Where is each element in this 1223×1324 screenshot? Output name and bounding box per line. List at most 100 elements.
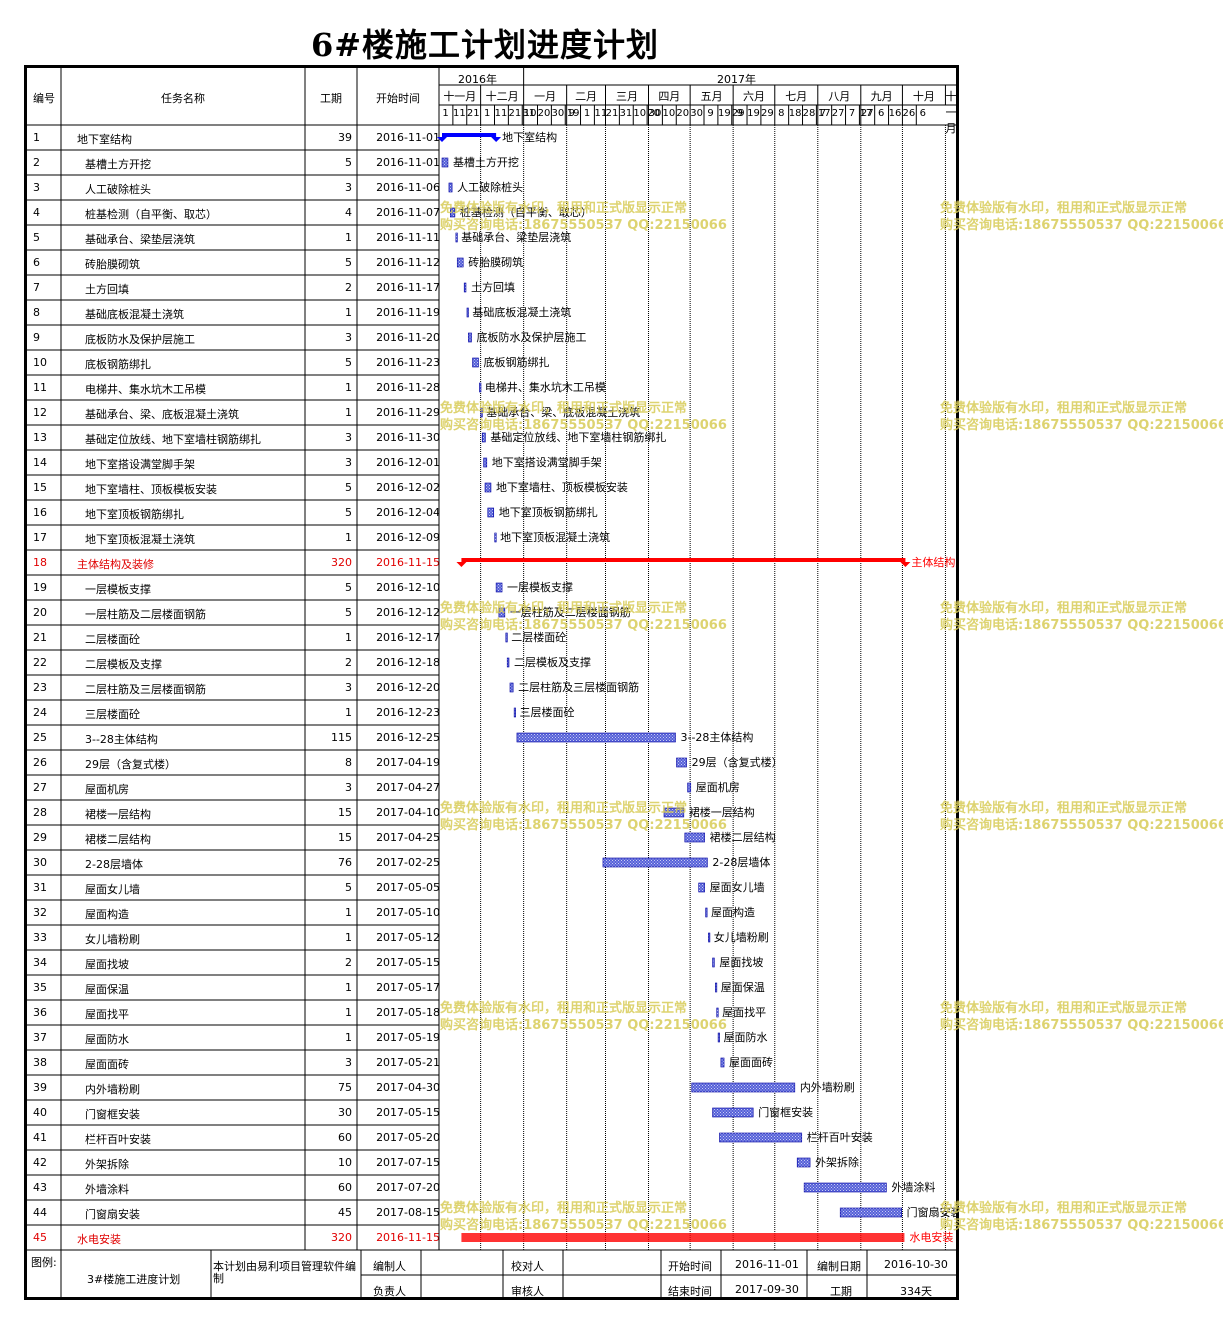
bar-label: 人工破除桩头 xyxy=(457,180,523,194)
bar-label: 地下室顶板钢筋绑扎 xyxy=(499,505,598,519)
task-bar[interactable] xyxy=(483,457,488,468)
footer-total-label: 工期 xyxy=(830,1285,852,1298)
watermark-line: 购买咨询电话:18675550537 QQ:22150066 xyxy=(940,618,1223,633)
watermark-line: 免费体验版有水印，租用和正式版显示正常 xyxy=(440,1001,688,1016)
task-bar[interactable] xyxy=(717,1032,720,1043)
summary-bar-end xyxy=(491,137,502,142)
task-bar[interactable] xyxy=(484,482,492,493)
bar-label: 一层模板支撑 xyxy=(507,580,573,594)
bar-label: 电梯井、集水坑木工吊模 xyxy=(485,380,606,394)
watermark-line: 购买咨询电话:18675550537 QQ:22150066 xyxy=(940,418,1223,433)
watermark: 免费体验版有水印，租用和正式版显示正常 购买咨询电话:18675550537 QQ… xyxy=(940,1200,1223,1234)
watermark: 免费体验版有水印，租用和正式版显示正常 购买咨询电话:18675550537 QQ… xyxy=(440,1200,727,1234)
watermark: 免费体验版有水印，租用和正式版显示正常购买咨询电话:18675550537 QQ… xyxy=(940,1000,1223,1034)
watermark-line: 免费体验版有水印，租用和正式版显示正常 xyxy=(940,1201,1188,1216)
watermark-line: 免费体验版有水印，租用和正式版显示正常 xyxy=(440,601,688,616)
task-bar[interactable] xyxy=(506,657,510,668)
footer-checker-label: 校对人 xyxy=(511,1260,544,1273)
task-bar[interactable] xyxy=(466,307,469,318)
bar-label: 2-28层墙体 xyxy=(712,855,770,869)
task-bar[interactable] xyxy=(839,1207,902,1218)
task-bar[interactable] xyxy=(468,332,472,343)
task-bar[interactable] xyxy=(472,357,479,368)
task-bar[interactable] xyxy=(448,182,453,193)
bar-label: 主体结构及装修 xyxy=(911,555,956,569)
footer-date-value: 2016-10-30 xyxy=(884,1258,948,1271)
bar-label: 外架拆除 xyxy=(815,1155,859,1169)
bar-label: 外墙涂料 xyxy=(891,1180,935,1194)
summary-bar-end xyxy=(456,562,467,567)
bar-label: 3--28主体结构 xyxy=(680,730,753,744)
watermark-line: 购买咨询电话:18675550537 QQ:22150066 xyxy=(440,418,727,433)
watermark-line: 购买咨询电话:18675550537 QQ:22150066 xyxy=(940,1018,1223,1033)
task-bar[interactable] xyxy=(479,382,482,393)
bar-label: 地下室结构 xyxy=(502,130,557,144)
bar-label: 地下室墙柱、顶板模板安装 xyxy=(496,480,628,494)
task-bar[interactable] xyxy=(676,757,687,768)
watermark-line: 免费体验版有水印，租用和正式版显示正常 xyxy=(440,1201,688,1216)
task-bar[interactable] xyxy=(719,1132,803,1143)
task-bar[interactable] xyxy=(509,682,514,693)
task-bar[interactable] xyxy=(456,257,464,268)
task-bar[interactable] xyxy=(712,1107,754,1118)
task-bar[interactable] xyxy=(602,857,708,868)
task-bar[interactable] xyxy=(481,432,486,443)
footer-date-label: 编制日期 xyxy=(817,1260,861,1273)
task-bar[interactable] xyxy=(505,632,508,643)
watermark: 免费体验版有水印，租用和正式版显示正常 购买咨询电话:18675550537 QQ… xyxy=(440,800,727,834)
task-bar[interactable] xyxy=(796,1157,811,1168)
watermark-line: 免费体验版有水印，租用和正式版显示正常 xyxy=(440,201,688,216)
summary-bar-body xyxy=(442,133,497,137)
watermark: 免费体验版有水印，租用和正式版显示正常购买咨询电话:18675550537 QQ… xyxy=(940,600,1223,634)
task-bar[interactable] xyxy=(705,907,708,918)
summary-bar[interactable] xyxy=(456,558,911,567)
footer-start-value: 2016-11-01 xyxy=(735,1258,799,1271)
bar-label: 屋面构造 xyxy=(711,905,755,919)
task-bar[interactable] xyxy=(684,832,705,843)
watermark-line: 购买咨询电话:18675550537 QQ:22150066 xyxy=(440,818,727,833)
summary-bar-body xyxy=(461,558,906,562)
watermark-line: 购买咨询电话:18675550537 QQ:22150066 xyxy=(940,818,1223,833)
bar-label: 土方回填 xyxy=(471,280,515,294)
task-bar[interactable] xyxy=(691,1082,796,1093)
task-bar[interactable] xyxy=(516,732,676,743)
watermark: 免费体验版有水印，租用和正式版显示正常 购买咨询电话:18675550537 QQ… xyxy=(440,1000,727,1034)
bar-label: 地下室顶板混凝土浇筑 xyxy=(500,530,610,544)
summary-bar[interactable] xyxy=(437,133,502,142)
footer-note: 本计划由易利项目管理软件编制 xyxy=(213,1260,356,1285)
watermark-line: 购买咨询电话:18675550537 QQ:22150066 xyxy=(940,218,1223,233)
bar-label: 地下室搭设满堂脚手架 xyxy=(492,455,602,469)
task-bar[interactable] xyxy=(463,282,467,293)
watermark: 免费体验版有水印，租用和正式版显示正常购买咨询电话:18675550537 QQ… xyxy=(440,200,727,234)
watermark-line: 免费体验版有水印，租用和正式版显示正常 xyxy=(940,601,1188,616)
bar-label: 屋面女儿墙 xyxy=(710,880,765,894)
task-bar[interactable] xyxy=(712,957,715,968)
watermark: 免费体验版有水印，租用和正式版显示正常购买咨询电话:18675550537 QQ… xyxy=(440,400,727,434)
task-bar[interactable] xyxy=(461,1233,905,1242)
bar-label: 二层柱筋及三层楼面钢筋 xyxy=(518,680,639,694)
watermark-line: 免费体验版有水印，租用和正式版显示正常 xyxy=(940,1001,1188,1016)
task-bar[interactable] xyxy=(708,932,711,943)
gantt-table: 编号 任务名称 工期 开始时间 2016年 2017年 十一月 十二月 一月 二月 三月… xyxy=(24,65,959,1300)
watermark-line: 免费体验版有水印，租用和正式版显示正常 xyxy=(440,401,688,416)
footer-owner-label: 负责人 xyxy=(373,1285,406,1298)
bar-label: 内外墙粉刷 xyxy=(800,1080,855,1094)
bar-label: 女儿墙粉刷 xyxy=(714,930,769,944)
task-bar[interactable] xyxy=(720,1057,725,1068)
bar-label: 栏杆百叶安装 xyxy=(807,1130,873,1144)
footer-plan-name: 3#楼施工进度计划 xyxy=(87,1273,181,1286)
task-bar[interactable] xyxy=(803,1182,887,1193)
task-bar[interactable] xyxy=(715,982,718,993)
watermark-line: 购买咨询电话:18675550537 QQ:22150066 xyxy=(440,218,727,233)
bar-label: 三层楼面砼 xyxy=(520,705,575,719)
task-bar[interactable] xyxy=(441,157,449,168)
task-bar[interactable] xyxy=(698,882,705,893)
task-bar[interactable] xyxy=(494,532,497,543)
bar-label: 基槽土方开挖 xyxy=(453,155,519,169)
task-bar[interactable] xyxy=(455,232,458,243)
footer-total-value: 334天 xyxy=(900,1285,932,1298)
task-bar[interactable] xyxy=(687,782,692,793)
task-bar[interactable] xyxy=(495,582,503,593)
task-bar[interactable] xyxy=(487,507,495,518)
task-bar[interactable] xyxy=(513,707,516,718)
